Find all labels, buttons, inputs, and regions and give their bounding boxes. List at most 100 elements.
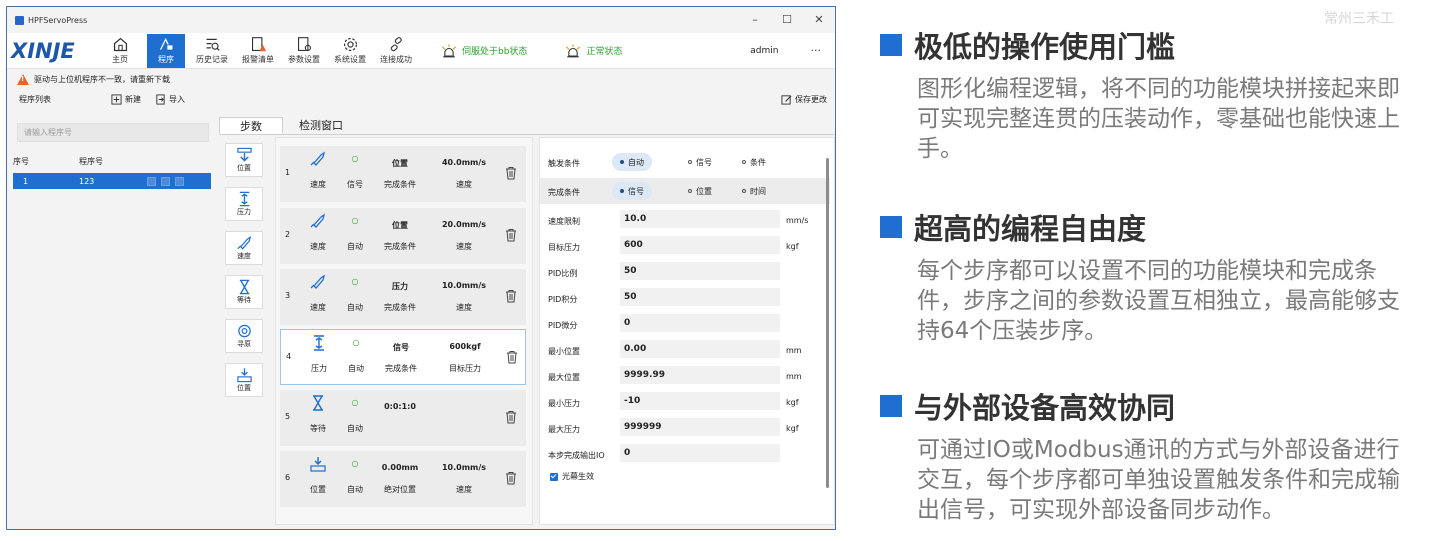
field-input[interactable]: 10.0 (620, 210, 780, 228)
nav-alarm-button[interactable]: 报警清单 (235, 34, 281, 68)
step-type: 压力 (311, 364, 327, 373)
trigger-radio-signal[interactable]: 信号 (688, 153, 712, 171)
step-complete-label: 完成条件 (384, 242, 416, 251)
nav-alarm-label: 报警清单 (242, 55, 274, 64)
palette-speed[interactable]: 速度 (225, 231, 263, 265)
step-complete-label: 完成条件 (385, 364, 417, 373)
field-max-position: 最大位置 9999.99 mm (540, 363, 830, 389)
tab-monitor[interactable]: 检测窗口 (283, 117, 359, 134)
program-search-input[interactable]: 请输入程序号 (17, 123, 209, 142)
row-delete-icon[interactable] (175, 176, 184, 186)
import-program-button[interactable]: 导入 (155, 93, 185, 105)
step-card[interactable]: 6 位置 ○ 自动 0.00mm 绝对位置 10.0mm/s 速度 (280, 451, 526, 507)
more-menu-button[interactable]: ··· (811, 44, 822, 57)
palette-pressure[interactable]: 压力 (225, 187, 263, 221)
speed-icon (300, 273, 336, 295)
step-no: 1 (285, 168, 291, 177)
system-status: 正常状态 (563, 43, 622, 59)
system-status-icon (566, 43, 581, 57)
nav-history-button[interactable]: 历史记录 (189, 34, 235, 68)
properties-scrollbar[interactable] (826, 158, 829, 488)
checkbox-checked-icon (550, 472, 558, 481)
step-param-label: 速度 (456, 180, 472, 189)
step-card[interactable]: 1 速度 ○ 信号 位置 完成条件 40.0mm/s 速度 (280, 146, 526, 202)
step-card[interactable]: 3 速度 ○ 自动 压力 完成条件 10.0mm/s 速度 (280, 269, 526, 325)
palette-wait[interactable]: 等待 (225, 275, 263, 309)
field-label: PID积分 (548, 295, 578, 304)
field-input[interactable]: 0 (620, 444, 780, 462)
servo-status-text: 伺服处于bb状态 (462, 47, 528, 57)
program-row-name: 123 (79, 176, 95, 186)
feature-heading: 与外部设备高效协同 (880, 385, 1425, 427)
complete-radio-position[interactable]: 位置 (688, 182, 712, 200)
step-card[interactable]: 5 等待 ○ 自动 0:0:1:0 (280, 390, 526, 446)
program-icon (159, 37, 172, 50)
link-icon (390, 37, 402, 52)
minimize-button[interactable]: – (739, 7, 771, 33)
field-input[interactable]: -10 (620, 392, 780, 410)
field-label: 本步完成输出IO (548, 451, 605, 460)
user-name[interactable]: admin (750, 46, 778, 56)
nav-program-button[interactable]: 程序 (147, 33, 185, 68)
step-card-selected[interactable]: 4 压力 ○ 自动 信号 完成条件 600kgf 目标压力 (280, 329, 526, 385)
trigger-radio-condition[interactable]: 条件 (742, 153, 766, 171)
step-complete-value: 压力 (392, 282, 408, 291)
step-complete-value: 0:0:1:0 (384, 402, 416, 411)
trash-icon[interactable] (504, 289, 518, 303)
palette-home-search[interactable]: 寻原 (225, 319, 263, 353)
page: HPFServoPress – ☐ ✕ XINJE 主页 程序 历史记录 报警清… (0, 0, 1433, 541)
complete-radio-signal[interactable]: 信号 (612, 182, 652, 200)
trash-icon[interactable] (505, 350, 519, 364)
trash-icon[interactable] (504, 471, 518, 485)
step-type: 速度 (310, 242, 326, 251)
trash-icon[interactable] (504, 228, 518, 242)
nav-home-button[interactable]: 主页 (97, 34, 143, 68)
field-input[interactable]: 0 (620, 314, 780, 332)
maximize-button[interactable]: ☐ (771, 7, 803, 33)
home-icon (113, 37, 127, 52)
col-name-header: 程序号 (79, 157, 103, 166)
field-input[interactable]: 0.00 (620, 340, 780, 358)
field-input[interactable]: 600 (620, 236, 780, 254)
tab-steps[interactable]: 步数 (219, 117, 283, 134)
nav-home-label: 主页 (112, 55, 128, 64)
row-edit-icon[interactable] (147, 176, 156, 186)
field-input[interactable]: 50 (620, 288, 780, 306)
row-copy-icon[interactable] (161, 176, 170, 186)
field-input[interactable]: 999999 (620, 418, 780, 436)
field-input[interactable]: 9999.99 (620, 366, 780, 384)
nav-system-button[interactable]: 系统设置 (327, 34, 373, 68)
complete-radio-time[interactable]: 时间 (742, 182, 766, 200)
edit-icon (781, 94, 792, 105)
param-settings-icon (297, 37, 311, 52)
step-card[interactable]: 2 速度 ○ 自动 位置 完成条件 20.0mm/s 速度 (280, 208, 526, 264)
light-curtain-checkbox[interactable]: 光幕生效 (550, 471, 594, 482)
complete-condition-row: 完成条件 信号 位置 时间 (540, 178, 830, 204)
field-output-io: 本步完成输出IO 0 (540, 441, 830, 467)
step-trigger-dot: ○ (351, 216, 359, 225)
app-window: HPFServoPress – ☐ ✕ XINJE 主页 程序 历史记录 报警清… (6, 6, 836, 530)
save-changes-label: 保存更改 (795, 94, 827, 104)
servo-status: 伺服处于bb状态 (439, 43, 527, 59)
pressure-icon (239, 191, 249, 207)
trigger-radio-auto[interactable]: 自动 (612, 153, 652, 171)
nav-params-button[interactable]: 参数设置 (281, 34, 327, 68)
nav-connection-label: 连接成功 (380, 55, 412, 64)
palette-position-2[interactable]: 位置 (225, 363, 263, 397)
step-trigger: 自动 (347, 424, 363, 433)
palette-position[interactable]: 位置 (225, 143, 263, 177)
close-button[interactable]: ✕ (803, 7, 835, 33)
program-list-label: 程序列表 (19, 94, 51, 104)
feature-block: 极低的操作使用门槛 图形化编程逻辑，将不同的功能模块拼接起来即可实现完整连贯的压… (880, 24, 1425, 164)
trash-icon[interactable] (504, 410, 518, 424)
field-target-pressure: 目标压力 600 kgf (540, 233, 830, 259)
field-label: PID比例 (548, 269, 578, 278)
step-no: 6 (285, 473, 291, 482)
trash-icon[interactable] (504, 166, 518, 180)
field-unit: kgf (786, 242, 799, 251)
nav-connection-button[interactable]: 连接成功 (373, 34, 419, 68)
save-changes-button[interactable]: 保存更改 (781, 94, 827, 105)
field-input[interactable]: 50 (620, 262, 780, 280)
program-row[interactable]: 1 123 (13, 173, 211, 189)
new-program-button[interactable]: 新建 (111, 93, 141, 105)
